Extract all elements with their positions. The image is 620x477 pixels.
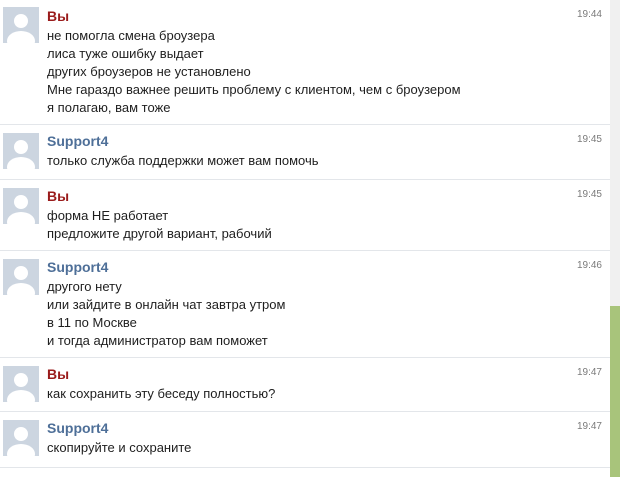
message-time: 19:45 — [576, 134, 602, 145]
avatar[interactable] — [3, 259, 39, 295]
message-text: и тогда администратор вам поможет — [47, 333, 268, 348]
message-time: 19:45 — [576, 189, 602, 200]
message-text: только служба поддержки может вам помочь — [47, 153, 319, 168]
sender-name[interactable]: Вы — [47, 8, 461, 24]
user-silhouette-icon — [7, 195, 35, 224]
message-text: скопируйте и сохраните — [47, 440, 192, 455]
avatar[interactable] — [3, 188, 39, 224]
sender-name[interactable]: Вы — [47, 188, 272, 204]
chat-log: Вы не помогла смена броузера лиса туже о… — [0, 0, 610, 477]
user-silhouette-icon — [7, 427, 35, 456]
message: Support4 другого нету или зайдите в онла… — [0, 251, 610, 358]
message-time: 19:47 — [576, 367, 602, 378]
sender-name[interactable]: Support4 — [47, 133, 319, 149]
sender-name[interactable]: Support4 — [47, 259, 285, 275]
avatar[interactable] — [3, 366, 39, 402]
message-text: лиса туже ошибку выдает — [47, 46, 204, 61]
user-silhouette-icon — [7, 266, 35, 295]
message-text: других броузеров не установлено — [47, 64, 251, 79]
message-text: я полагаю, вам тоже — [47, 100, 171, 115]
message-text: или зайдите в онлайн чат завтра утром — [47, 297, 286, 312]
user-silhouette-icon — [7, 140, 35, 169]
scrollbar-thumb[interactable] — [610, 306, 620, 477]
message-text: предложите другой вариант, рабочий — [47, 226, 272, 241]
message-text: как сохранить эту беседу полностью? — [47, 386, 276, 401]
message: Вы как сохранить эту беседу полностью? 1… — [0, 358, 610, 412]
message: Вы форма НЕ работает предложите другой в… — [0, 180, 610, 251]
message-time: 19:46 — [576, 260, 602, 271]
user-silhouette-icon — [7, 14, 35, 43]
message-text: Мне гараздо важнее решить проблему с кли… — [47, 82, 461, 97]
message-time: 19:47 — [576, 421, 602, 432]
avatar[interactable] — [3, 7, 39, 43]
user-silhouette-icon — [7, 373, 35, 402]
message-text: в 11 по Москве — [47, 315, 137, 330]
message: Вы не помогла смена броузера лиса туже о… — [0, 0, 610, 125]
message: Support4 только служба поддержки может в… — [0, 125, 610, 180]
avatar[interactable] — [3, 133, 39, 169]
message: Support4 скопируйте и сохраните 19:47 — [0, 412, 610, 468]
sender-name[interactable]: Support4 — [47, 420, 191, 436]
message-text: не помогла смена броузера — [47, 28, 215, 43]
message-time: 19:44 — [576, 9, 602, 20]
message-text: форма НЕ работает — [47, 208, 169, 223]
message-text: другого нету — [47, 279, 122, 294]
avatar[interactable] — [3, 420, 39, 456]
sender-name[interactable]: Вы — [47, 366, 275, 382]
